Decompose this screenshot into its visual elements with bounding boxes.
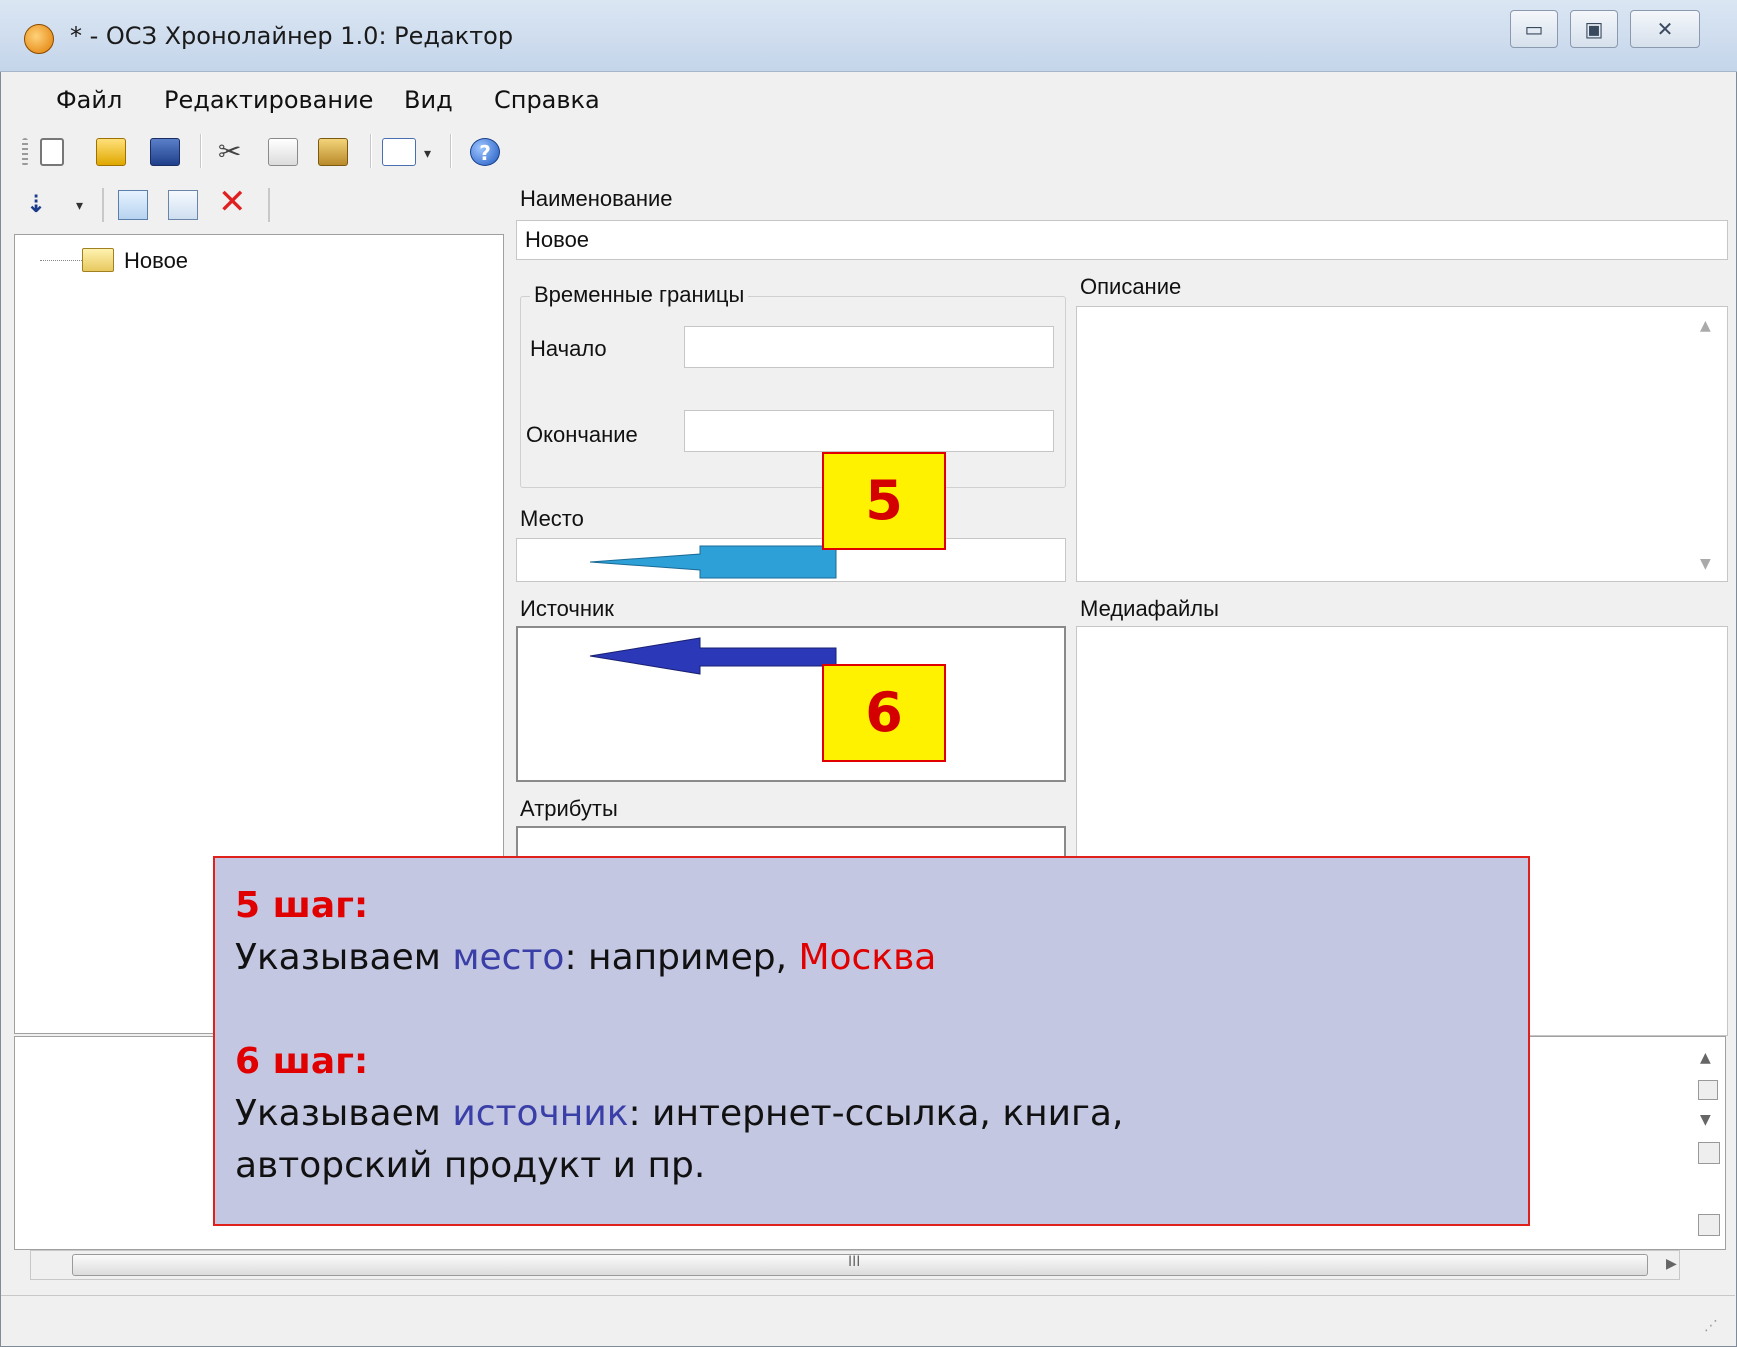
- step6-text-line2: авторский продукт и пр.: [235, 1145, 706, 1186]
- step5-highlight: место: [452, 937, 565, 978]
- arrow-to-source: [589, 637, 837, 675]
- step6-pre: Указываем: [235, 1093, 453, 1134]
- step6-heading: 6 шаг:: [235, 1041, 369, 1082]
- step5-text: Указываем место: например, Москва: [235, 932, 1508, 984]
- step5-example: Москва: [798, 937, 937, 978]
- callout-6: 6: [822, 664, 946, 762]
- arrow-to-place: [589, 545, 837, 579]
- callout-5: 5: [822, 452, 946, 550]
- step6-highlight: источник: [452, 1093, 629, 1134]
- step6-rest: : интернет-ссылка, книга,: [628, 1093, 1124, 1134]
- instruction-box: 5 шаг: Указываем место: например, Москва…: [213, 856, 1530, 1226]
- step5-pre: Указываем: [235, 937, 453, 978]
- step6-text-line1: Указываем источник: интернет-ссылка, кни…: [235, 1088, 1508, 1140]
- step5-mid: : например,: [564, 937, 799, 978]
- step5-heading: 5 шаг:: [235, 885, 369, 926]
